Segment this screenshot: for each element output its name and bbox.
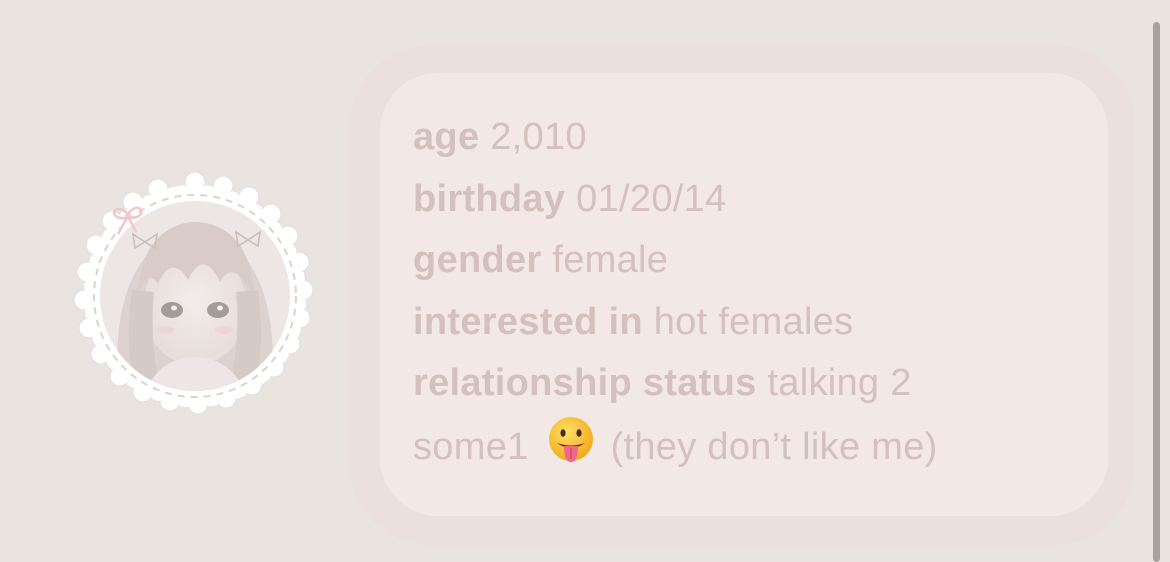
anime-girl-avatar-icon (73, 172, 314, 415)
scrollbar[interactable] (1153, 22, 1160, 562)
field-label: interested in (413, 300, 643, 343)
field-value: female (552, 239, 669, 281)
profile-info: age 2,010 birthday 01/20/14 gender femal… (413, 107, 1093, 478)
status-cont-after: (they don’t like me) (610, 425, 938, 468)
field-interested-in: interested in hot females (413, 292, 1093, 354)
field-birthday: birthday 01/20/14 (413, 169, 1093, 231)
field-age: age 2,010 (413, 107, 1093, 169)
status-cont-before: some1 (413, 425, 529, 468)
field-value: 2,010 (490, 116, 587, 158)
field-label: birthday (413, 177, 566, 220)
field-gender: gender female (413, 230, 1093, 292)
field-value: 01/20/14 (576, 177, 727, 220)
field-label: age (413, 116, 480, 158)
tongue-out-emoji-icon (548, 416, 593, 462)
profile-avatar (70, 172, 320, 417)
field-value: hot females (653, 300, 854, 343)
field-relationship-status: relationship status talking 2 (413, 353, 1093, 415)
field-value: talking 2 (767, 362, 912, 404)
field-label: gender (413, 239, 542, 281)
field-label: relationship status (413, 362, 757, 404)
field-relationship-status-cont: some1 (they don’t like me) (413, 415, 1093, 479)
